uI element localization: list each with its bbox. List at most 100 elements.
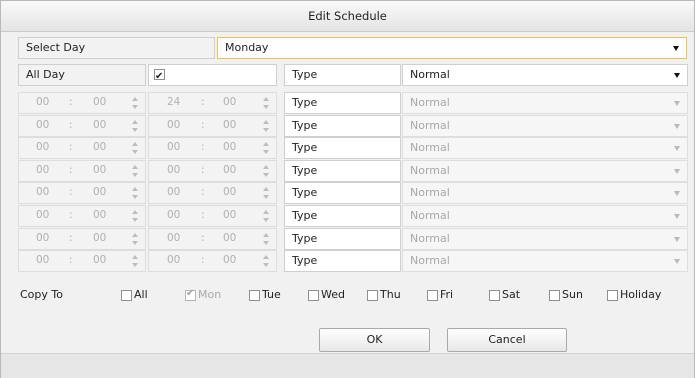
ok-button[interactable]: OK — [319, 328, 430, 352]
chevron-down-icon — [674, 169, 680, 174]
time-separator: : — [69, 186, 73, 198]
segment-end-time[interactable]: 00: 00 — [148, 205, 277, 227]
end-hour: 00 — [167, 164, 181, 176]
start-hour: 00 — [36, 186, 50, 198]
start-minute: 00 — [93, 96, 107, 108]
spinner-icon[interactable] — [131, 254, 139, 268]
segment-type-label: Type — [284, 182, 401, 204]
segment-end-time[interactable]: 00: 00 — [148, 228, 277, 250]
copy-to-wed-checkbox[interactable] — [308, 290, 319, 301]
chevron-down-icon — [674, 101, 680, 106]
start-hour: 00 — [36, 209, 50, 221]
segment-end-time[interactable]: 00: 00 — [148, 137, 277, 159]
segment-start-time[interactable]: 00: 00 — [18, 92, 146, 114]
spinner-icon[interactable] — [131, 232, 139, 246]
time-separator: : — [201, 209, 205, 221]
segment-type-value: Normal — [410, 186, 450, 199]
copy-to-sat-label: Sat — [502, 288, 521, 301]
segment-start-time[interactable]: 00: 00 — [18, 137, 146, 159]
segment-type-dropdown[interactable]: Normal — [402, 182, 688, 204]
copy-to-label: Copy To — [20, 288, 63, 301]
spinner-icon[interactable] — [262, 141, 270, 155]
spinner-icon[interactable] — [262, 209, 270, 223]
spinner-icon[interactable] — [262, 119, 270, 133]
copy-to-mon-label: Mon — [198, 288, 222, 301]
spinner-icon[interactable] — [262, 164, 270, 178]
time-separator: : — [201, 96, 205, 108]
copy-to-all-checkbox[interactable] — [121, 290, 132, 301]
time-separator: : — [201, 119, 205, 131]
select-day-dropdown[interactable]: Monday — [217, 37, 687, 59]
segment-type-value: Normal — [410, 232, 450, 245]
copy-to-holiday-checkbox[interactable] — [607, 290, 618, 301]
end-minute: 00 — [223, 96, 237, 108]
spinner-icon[interactable] — [131, 96, 139, 110]
cancel-button[interactable]: Cancel — [447, 328, 567, 352]
end-minute: 00 — [223, 164, 237, 176]
segment-type-dropdown[interactable]: Normal — [402, 228, 688, 250]
select-day-value: Monday — [225, 41, 269, 54]
segment-type-dropdown[interactable]: Normal — [402, 137, 688, 159]
segment-start-time[interactable]: 00: 00 — [18, 115, 146, 137]
all-day-label: All Day — [18, 64, 146, 86]
segment-start-time[interactable]: 00: 00 — [18, 228, 146, 250]
start-minute: 00 — [93, 186, 107, 198]
segment-type-value: Normal — [410, 141, 450, 154]
segment-type-label: Type — [284, 115, 401, 137]
end-minute: 00 — [223, 141, 237, 153]
segment-start-time[interactable]: 00: 00 — [18, 182, 146, 204]
spinner-icon[interactable] — [262, 254, 270, 268]
copy-to-fri-checkbox[interactable] — [427, 290, 438, 301]
segment-end-time[interactable]: 00: 00 — [148, 160, 277, 182]
time-separator: : — [69, 164, 73, 176]
segment-end-time[interactable]: 00: 00 — [148, 182, 277, 204]
all-day-type-dropdown[interactable]: Normal — [402, 64, 688, 86]
chevron-down-icon — [674, 124, 680, 129]
segment-start-time[interactable]: 00: 00 — [18, 250, 146, 272]
segment-type-dropdown[interactable]: Normal — [402, 205, 688, 227]
segment-end-time[interactable]: 00: 00 — [148, 115, 277, 137]
spinner-icon[interactable] — [131, 164, 139, 178]
segment-type-label: Type — [284, 160, 401, 182]
segment-type-label: Type — [284, 92, 401, 114]
all-day-type-value: Normal — [410, 68, 450, 81]
start-minute: 00 — [93, 209, 107, 221]
segment-end-time[interactable]: 00: 00 — [148, 250, 277, 272]
time-separator: : — [69, 141, 73, 153]
end-minute: 00 — [223, 232, 237, 244]
time-separator: : — [69, 254, 73, 266]
end-hour: 00 — [167, 254, 181, 266]
segment-end-time[interactable]: 24: 00 — [148, 92, 277, 114]
copy-to-holiday-label: Holiday — [620, 288, 662, 301]
time-separator: : — [201, 232, 205, 244]
segment-type-dropdown[interactable]: Normal — [402, 92, 688, 114]
segment-type-label: Type — [284, 250, 401, 272]
segment-type-dropdown[interactable]: Normal — [402, 160, 688, 182]
spinner-icon[interactable] — [131, 186, 139, 200]
spinner-icon[interactable] — [262, 232, 270, 246]
all-day-checkbox[interactable] — [154, 67, 165, 85]
copy-to-sun-label: Sun — [562, 288, 583, 301]
end-minute: 00 — [223, 254, 237, 266]
segment-start-time[interactable]: 00: 00 — [18, 160, 146, 182]
segment-type-dropdown[interactable]: Normal — [402, 115, 688, 137]
spinner-icon[interactable] — [262, 186, 270, 200]
segment-type-value: Normal — [410, 164, 450, 177]
segment-type-dropdown[interactable]: Normal — [402, 250, 688, 272]
spinner-icon[interactable] — [131, 119, 139, 133]
copy-to-thu-checkbox[interactable] — [367, 290, 378, 301]
spinner-icon[interactable] — [262, 96, 270, 110]
copy-to-tue-checkbox[interactable] — [249, 290, 260, 301]
end-hour: 00 — [167, 232, 181, 244]
time-separator: : — [69, 232, 73, 244]
segment-start-time[interactable]: 00: 00 — [18, 205, 146, 227]
copy-to-sun-checkbox[interactable] — [549, 290, 560, 301]
time-separator: : — [69, 96, 73, 108]
start-hour: 00 — [36, 96, 50, 108]
start-minute: 00 — [93, 164, 107, 176]
spinner-icon[interactable] — [131, 209, 139, 223]
start-minute: 00 — [93, 232, 107, 244]
copy-to-sat-checkbox[interactable] — [489, 290, 500, 301]
spinner-icon[interactable] — [131, 141, 139, 155]
all-day-checkbox-cell — [148, 64, 277, 86]
